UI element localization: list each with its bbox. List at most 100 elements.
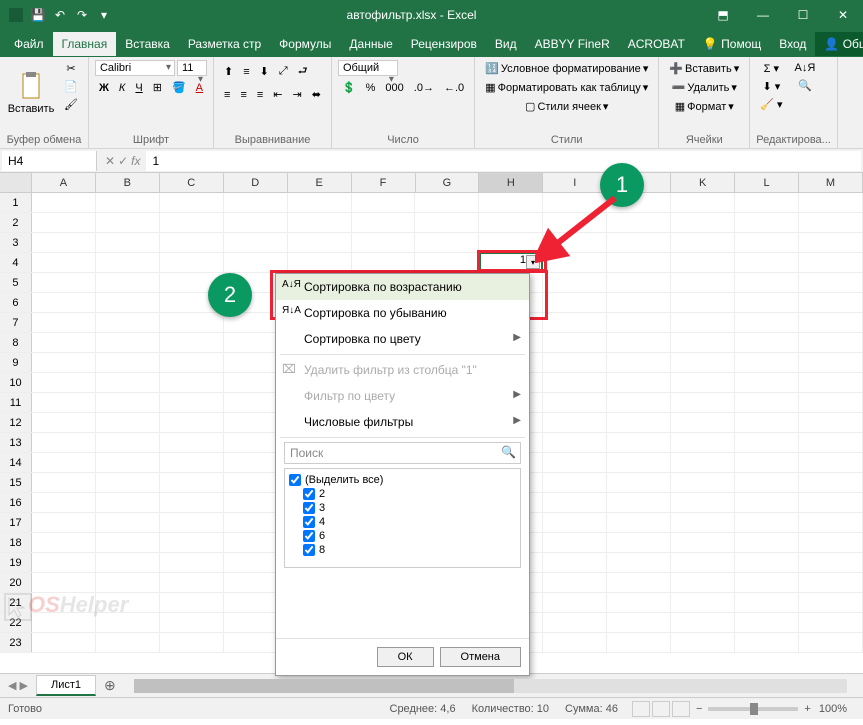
cell[interactable] (671, 613, 735, 632)
cell[interactable] (671, 273, 735, 292)
row-header[interactable]: 5 (0, 273, 32, 292)
cell[interactable] (671, 193, 735, 212)
merge-button[interactable]: ⬌ (308, 86, 325, 103)
clear-button[interactable]: 🧹 ▾ (756, 96, 786, 113)
row-header[interactable]: 11 (0, 393, 32, 412)
cell[interactable] (32, 313, 96, 332)
cell[interactable] (160, 213, 224, 232)
cell[interactable] (607, 313, 671, 332)
cell[interactable] (799, 193, 863, 212)
filter-check-item[interactable]: 8 (303, 543, 516, 557)
cell[interactable] (160, 393, 224, 412)
cell[interactable] (543, 373, 607, 392)
cell[interactable] (671, 293, 735, 312)
ok-button[interactable]: ОК (377, 647, 434, 667)
cell[interactable] (671, 453, 735, 472)
cell[interactable] (352, 233, 416, 252)
cell[interactable] (607, 613, 671, 632)
cell[interactable] (671, 573, 735, 592)
select-all-corner[interactable] (0, 173, 32, 192)
indent-inc-button[interactable]: ⇥ (289, 86, 306, 103)
cell[interactable] (96, 193, 160, 212)
col-header[interactable]: K (671, 173, 735, 192)
cell[interactable] (160, 193, 224, 212)
filter-check-item[interactable]: 6 (303, 529, 516, 543)
sheet-nav[interactable]: ◀ ▶ (0, 679, 36, 692)
cell[interactable] (607, 453, 671, 472)
cell[interactable] (96, 333, 160, 352)
cell[interactable] (160, 533, 224, 552)
cell[interactable] (96, 493, 160, 512)
cell[interactable] (799, 633, 863, 652)
cancel-formula-icon[interactable]: ✕ (105, 154, 115, 168)
cell[interactable] (32, 273, 96, 292)
checkbox[interactable] (303, 530, 315, 542)
cell[interactable] (160, 353, 224, 372)
number-format-select[interactable]: Общий (338, 60, 398, 76)
cell[interactable] (288, 193, 352, 212)
cell[interactable] (671, 353, 735, 372)
filter-check-item[interactable]: 4 (303, 515, 516, 529)
cell[interactable] (607, 413, 671, 432)
cell[interactable] (735, 473, 799, 492)
cell[interactable] (799, 273, 863, 292)
autosum-button[interactable]: Σ ▾ (756, 60, 786, 77)
cell[interactable] (607, 393, 671, 412)
col-header[interactable]: M (799, 173, 863, 192)
cell[interactable] (543, 453, 607, 472)
zoom-thumb[interactable] (750, 703, 758, 715)
align-middle-button[interactable]: ≡ (239, 64, 253, 80)
cell[interactable] (160, 413, 224, 432)
cell[interactable] (799, 453, 863, 472)
cell[interactable] (671, 333, 735, 352)
tab-file[interactable]: Файл (5, 32, 53, 56)
cell[interactable] (543, 613, 607, 632)
sort-descending-item[interactable]: Я↓А Сортировка по убыванию (276, 300, 529, 326)
cell[interactable] (479, 213, 543, 232)
cell[interactable] (96, 313, 160, 332)
format-cells-button[interactable]: ▦ Формат ▾ (665, 98, 743, 115)
cell[interactable] (671, 593, 735, 612)
filter-values-list[interactable]: (Выделить все) 2 3 4 6 8 (284, 468, 521, 568)
cell[interactable] (607, 293, 671, 312)
cell[interactable] (735, 553, 799, 572)
insert-cells-button[interactable]: ➕ Вставить ▾ (665, 60, 743, 77)
cell[interactable] (799, 553, 863, 572)
cell[interactable] (607, 553, 671, 572)
col-header[interactable]: C (160, 173, 224, 192)
cell[interactable] (160, 573, 224, 592)
cell[interactable] (671, 553, 735, 572)
cell[interactable] (799, 393, 863, 412)
cell[interactable] (543, 393, 607, 412)
cell[interactable] (32, 573, 96, 592)
checkbox[interactable] (289, 474, 301, 486)
cell[interactable] (160, 513, 224, 532)
filter-check-all[interactable]: (Выделить все) (289, 473, 516, 487)
zoom-slider[interactable] (708, 707, 798, 711)
page-break-view-button[interactable] (672, 701, 690, 717)
tell-me[interactable]: 💡 Помощ (694, 32, 770, 56)
row-header[interactable]: 9 (0, 353, 32, 372)
qa-customize-icon[interactable]: ▾ (96, 7, 112, 23)
cell[interactable] (671, 233, 735, 252)
cell[interactable] (160, 373, 224, 392)
row-header[interactable]: 1 (0, 193, 32, 212)
cell[interactable] (735, 373, 799, 392)
col-header[interactable]: B (96, 173, 160, 192)
tab-data[interactable]: Данные (340, 32, 401, 56)
cell[interactable] (32, 493, 96, 512)
cell[interactable] (735, 573, 799, 592)
cell[interactable] (96, 573, 160, 592)
cell[interactable] (160, 333, 224, 352)
cell[interactable] (160, 633, 224, 652)
cell[interactable] (735, 533, 799, 552)
cell[interactable] (32, 633, 96, 652)
cell[interactable] (735, 593, 799, 612)
align-right-button[interactable]: ≡ (253, 87, 267, 103)
find-button[interactable]: 🔍 (791, 77, 820, 94)
filter-check-item[interactable]: 2 (303, 487, 516, 501)
cell[interactable] (32, 513, 96, 532)
cell[interactable] (735, 213, 799, 232)
cell[interactable] (799, 353, 863, 372)
cell[interactable] (735, 393, 799, 412)
